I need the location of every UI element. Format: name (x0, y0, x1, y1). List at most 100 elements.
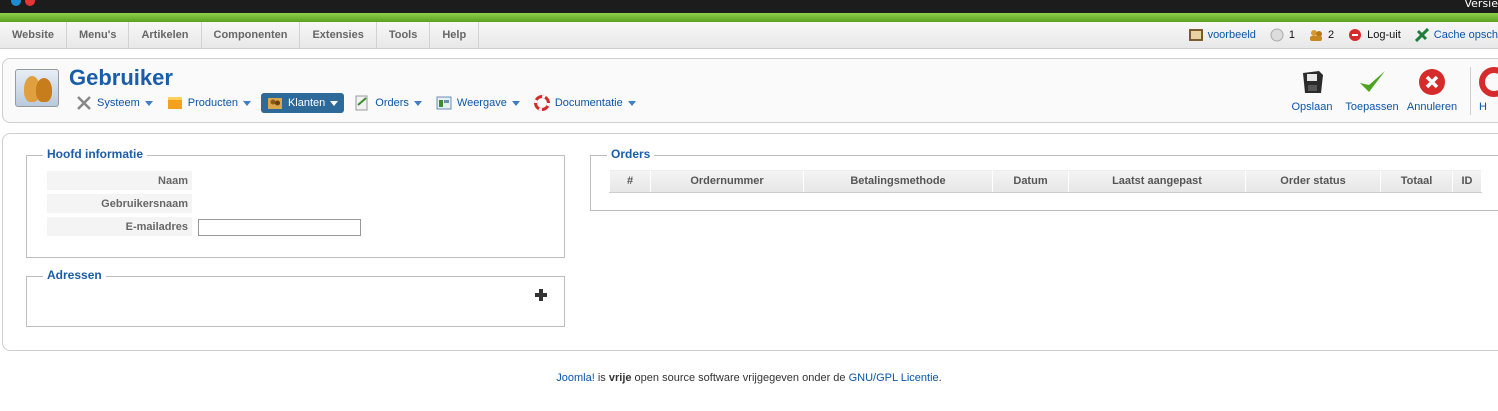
subnav-customers-label: Klanten (287, 97, 326, 109)
help-button[interactable]: H (1479, 67, 1498, 115)
save-label: Opslaan (1291, 101, 1333, 113)
logout-link[interactable]: Log-uit (1348, 28, 1401, 42)
users-status[interactable]: 2 (1309, 28, 1334, 42)
col-order-status[interactable]: Order status (1245, 169, 1381, 193)
orders-fieldset: Orders # Ordernummer Betalingsmethode Da… (590, 147, 1498, 211)
subnav-orders[interactable]: Orders (350, 93, 426, 113)
sub-navigation: Systeem Producten Klanten Orders Weergav… (72, 93, 640, 113)
page-header: Gebruiker Systeem Producten Klanten Orde… (2, 58, 1498, 123)
addresses-legend: Adressen (43, 268, 106, 282)
logout-icon (1349, 29, 1362, 41)
user-page-icon (15, 69, 59, 107)
apply-label: Toepassen (1345, 101, 1399, 113)
lifebuoy-icon (533, 95, 550, 111)
col-payment-method[interactable]: Betalingsmethode (803, 169, 993, 193)
logout-label[interactable]: Log-uit (1367, 29, 1401, 41)
customers-icon (267, 98, 282, 109)
subnav-system[interactable]: Systeem (72, 93, 157, 113)
cache-label[interactable]: Cache opsch (1434, 29, 1498, 41)
main-menu: Website Menu's Artikelen Componenten Ext… (0, 22, 480, 48)
subnav-products[interactable]: Producten (163, 93, 255, 113)
save-button[interactable]: Opslaan (1282, 67, 1342, 115)
help-label: H (1479, 101, 1487, 113)
users-count: 2 (1328, 29, 1335, 41)
cancel-icon (1419, 69, 1445, 95)
display-icon (436, 96, 452, 110)
col-last-modified[interactable]: Laatst aangepast (1068, 169, 1246, 193)
col-number[interactable]: # (609, 169, 651, 193)
checkmark-icon (1360, 71, 1385, 92)
preview-icon (1188, 29, 1203, 41)
subnav-system-label: Systeem (97, 97, 140, 109)
col-total[interactable]: Totaal (1380, 169, 1453, 193)
users-icon (1310, 30, 1323, 41)
page-title: Gebruiker (69, 65, 173, 90)
menu-articles[interactable]: Artikelen (129, 22, 202, 48)
footer-middle: open source software vrijgegeven onder d… (631, 372, 849, 384)
orders-header-row: # Ordernummer Betalingsmethode Datum Laa… (609, 169, 1482, 193)
menu-website[interactable]: Website (0, 22, 67, 48)
toolbar: Opslaan Toepassen Annuleren H (1282, 67, 1498, 115)
chevron-down-icon (330, 100, 339, 106)
status-area: voorbeeld 1 2 Log-uit Cache opsch (1188, 22, 1498, 48)
cache-icon (1414, 28, 1429, 42)
cancel-button[interactable]: Annuleren (1402, 67, 1462, 115)
footer: Joomla! is vrije open source software vr… (0, 372, 1498, 384)
green-strip (0, 13, 1498, 22)
joomla-link[interactable]: Joomla! (556, 372, 595, 384)
menu-components[interactable]: Componenten (202, 22, 301, 48)
footer-is: is (594, 372, 609, 384)
orders-legend: Orders (607, 147, 655, 161)
chevron-down-icon (413, 100, 422, 106)
username-label: Gebruikersnaam (47, 194, 192, 214)
subnav-display-label: Weergave (456, 97, 507, 109)
addresses-fieldset: Adressen (26, 268, 565, 327)
chevron-down-icon (627, 100, 636, 106)
tools-icon (77, 96, 91, 110)
preview-link[interactable]: voorbeeld (1188, 28, 1256, 42)
orders-icon (355, 95, 368, 111)
messages-count: 1 (1288, 29, 1296, 41)
subnav-customers[interactable]: Klanten (260, 93, 345, 113)
save-icon (1303, 71, 1323, 93)
col-date[interactable]: Datum (992, 169, 1069, 193)
subnav-products-label: Producten (187, 97, 238, 109)
subnav-orders-label: Orders (375, 97, 409, 109)
chevron-down-icon (242, 100, 251, 106)
content-area: Hoofd informatie Naam Gebruikersnaam E-m… (2, 133, 1498, 351)
add-address-icon[interactable] (535, 289, 547, 301)
top-bar: Versie (0, 0, 1498, 13)
orders-table: # Ordernummer Betalingsmethode Datum Laa… (609, 169, 1482, 193)
main-info-legend: Hoofd informatie (43, 147, 147, 161)
toolbar-divider (1470, 67, 1471, 115)
subnav-display[interactable]: Weergave (432, 93, 524, 113)
messages-icon (1270, 28, 1284, 42)
menu-tools[interactable]: Tools (377, 22, 431, 48)
main-info-fieldset: Hoofd informatie Naam Gebruikersnaam E-m… (26, 147, 565, 258)
footer-free: vrije (608, 372, 632, 384)
menu-menus[interactable]: Menu's (67, 22, 130, 48)
menubar: Website Menu's Artikelen Componenten Ext… (0, 22, 1498, 49)
license-link[interactable]: GNU/GPL Licentie (849, 372, 939, 384)
version-text: Versie (1464, 0, 1498, 10)
name-label: Naam (47, 171, 192, 191)
messages-status[interactable]: 1 (1270, 28, 1295, 42)
menu-help[interactable]: Help (430, 22, 480, 48)
apply-button[interactable]: Toepassen (1342, 67, 1402, 115)
col-id[interactable]: ID (1452, 169, 1482, 193)
chevron-down-icon (144, 100, 153, 106)
col-order-number[interactable]: Ordernummer (650, 169, 804, 193)
preview-label[interactable]: voorbeeld (1208, 29, 1256, 41)
subnav-documentation[interactable]: Documentatie (530, 93, 640, 113)
footer-end: . (938, 372, 942, 384)
email-field[interactable] (198, 219, 361, 236)
cancel-label: Annuleren (1406, 101, 1458, 113)
box-icon (167, 97, 182, 109)
email-label: E-mailadres (47, 217, 192, 237)
chevron-down-icon (511, 100, 520, 106)
menu-extensions[interactable]: Extensies (300, 22, 377, 48)
joomla-logo-icon (11, 0, 35, 6)
subnav-documentation-label: Documentatie (554, 97, 623, 109)
cache-link[interactable]: Cache opsch (1414, 28, 1498, 42)
help-lifebuoy-icon (1479, 67, 1498, 97)
